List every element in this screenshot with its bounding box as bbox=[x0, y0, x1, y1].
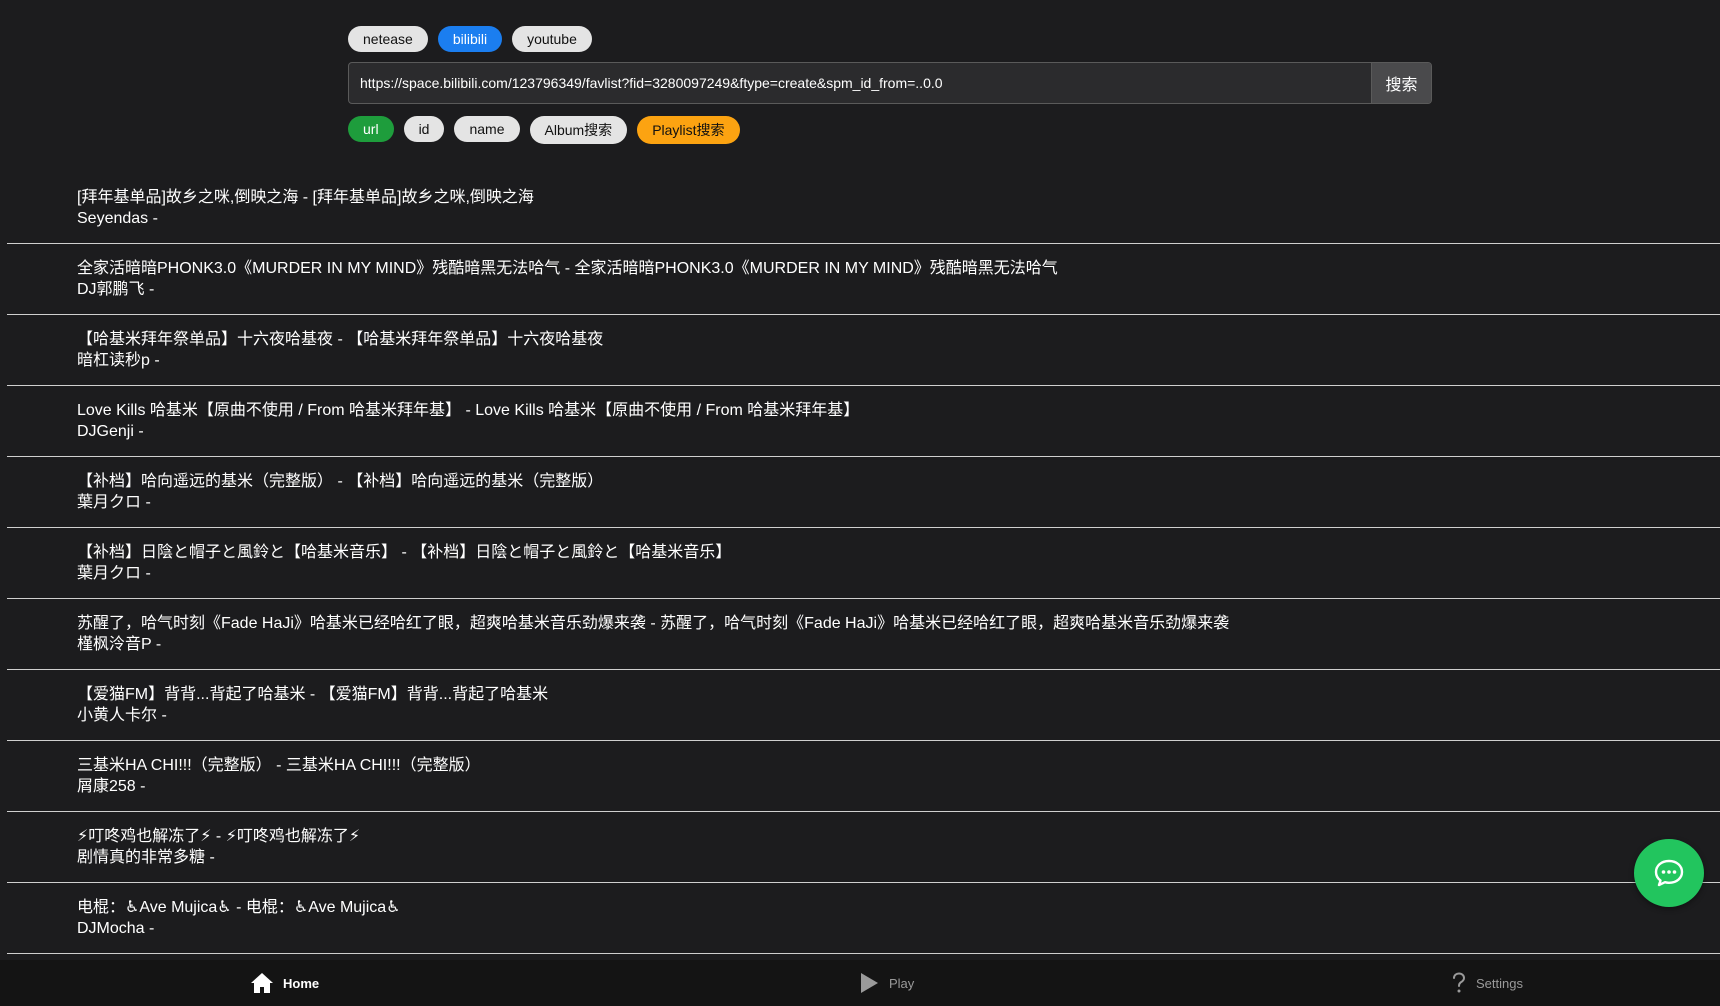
mode-name-button[interactable]: name bbox=[454, 116, 520, 142]
song-artist: DJMocha - bbox=[77, 920, 155, 937]
song-title: ⚡叮咚鸡也解冻了⚡ - ⚡叮咚鸡也解冻了⚡ bbox=[77, 828, 361, 845]
song-title: 【补档】日陰と帽子と風鈴と【哈基米音乐】 - 【补档】日陰と帽子と風鈴と【哈基米… bbox=[77, 544, 732, 561]
chat-icon bbox=[1654, 859, 1684, 887]
mode-url-button[interactable]: url bbox=[348, 116, 394, 142]
song-title: 【哈基米拜年祭单品】十六夜哈基夜 - 【哈基米拜年祭单品】十六夜哈基夜 bbox=[77, 331, 604, 348]
song-row[interactable]: 全家活暗暗PHONK3.0《MURDER IN MY MIND》残酷暗黑无法哈气… bbox=[7, 244, 1720, 315]
chat-fab-button[interactable] bbox=[1634, 839, 1704, 907]
song-artist: 葉月クロ - bbox=[77, 565, 151, 582]
search-mode-selector: url id name Album搜索 Playlist搜索 bbox=[348, 114, 740, 144]
source-bilibili-button[interactable]: bilibili bbox=[437, 26, 503, 52]
source-youtube-button[interactable]: youtube bbox=[512, 26, 592, 52]
song-title: 全家活暗暗PHONK3.0《MURDER IN MY MIND》残酷暗黑无法哈气… bbox=[77, 260, 1058, 277]
search-button[interactable]: 搜索 bbox=[1371, 63, 1431, 103]
song-artist: DJ郭鹏飞 - bbox=[77, 281, 155, 298]
source-netease-button[interactable]: netease bbox=[348, 26, 428, 52]
song-title: 【补档】哈向遥远的基米（完整版） - 【补档】哈向遥远的基米（完整版） bbox=[77, 473, 604, 490]
search-input[interactable] bbox=[349, 63, 1371, 103]
song-list: [拜年基单品]故乡之咪,倒映之海 - [拜年基单品]故乡之咪,倒映之海 Seye… bbox=[7, 173, 1720, 954]
song-artist: 暗杠读秒p - bbox=[77, 352, 160, 369]
song-artist: 小黄人卡尔 - bbox=[77, 707, 167, 724]
mode-id-button[interactable]: id bbox=[403, 116, 445, 142]
nav-home-label: Home bbox=[283, 975, 320, 991]
song-row[interactable]: Love Kills 哈基米【原曲不使用 / From 哈基米拜年基】 - Lo… bbox=[7, 386, 1720, 457]
song-row[interactable]: 【补档】哈向遥远的基米（完整版） - 【补档】哈向遥远的基米（完整版） 葉月クロ… bbox=[7, 457, 1720, 528]
play-icon bbox=[861, 973, 878, 993]
playlist-search-button[interactable]: Playlist搜索 bbox=[637, 116, 740, 144]
song-title: 【爱猫FM】背背...背起了哈基米 - 【爱猫FM】背背...背起了哈基米 bbox=[77, 686, 549, 703]
home-icon bbox=[251, 973, 273, 993]
song-row[interactable]: ⚡叮咚鸡也解冻了⚡ - ⚡叮咚鸡也解冻了⚡ 剧情真的非常多糖 - bbox=[7, 812, 1720, 883]
song-artist: Seyendas - bbox=[77, 210, 158, 227]
song-row[interactable]: [拜年基单品]故乡之咪,倒映之海 - [拜年基单品]故乡之咪,倒映之海 Seye… bbox=[7, 173, 1720, 244]
song-title: 苏醒了，哈气时刻《Fade HaJi》哈基米已经哈红了眼，超爽哈基米音乐劲爆来袭… bbox=[77, 615, 1230, 632]
bottom-nav: Home Play Settings bbox=[0, 960, 1720, 1006]
source-selector: netease bilibili youtube bbox=[348, 26, 592, 52]
song-artist: 葉月クロ - bbox=[77, 494, 151, 511]
nav-settings-label: Settings bbox=[1476, 975, 1523, 991]
song-row[interactable]: 【哈基米拜年祭单品】十六夜哈基夜 - 【哈基米拜年祭单品】十六夜哈基夜 暗杠读秒… bbox=[7, 315, 1720, 386]
app-root: netease bilibili youtube 搜索 url id name … bbox=[0, 0, 1720, 1006]
nav-settings[interactable]: Settings bbox=[1451, 960, 1523, 1006]
song-artist: DJGenji - bbox=[77, 423, 144, 440]
song-row[interactable]: 【爱猫FM】背背...背起了哈基米 - 【爱猫FM】背背...背起了哈基米 小黄… bbox=[7, 670, 1720, 741]
nav-home[interactable]: Home bbox=[250, 960, 319, 1006]
song-artist: 槿枫泠音P - bbox=[77, 636, 162, 653]
album-search-button[interactable]: Album搜索 bbox=[529, 116, 628, 144]
help-icon bbox=[1453, 972, 1466, 993]
song-row[interactable]: 电棍：♿Ave Mujica♿ - 电棍：♿Ave Mujica♿ DJMoch… bbox=[7, 883, 1720, 954]
song-title: [拜年基单品]故乡之咪,倒映之海 - [拜年基单品]故乡之咪,倒映之海 bbox=[77, 189, 534, 206]
song-row[interactable]: 三基米HA CHI!!!（完整版） - 三基米HA CHI!!!（完整版） 屑康… bbox=[7, 741, 1720, 812]
song-title: 电棍：♿Ave Mujica♿ - 电棍：♿Ave Mujica♿ bbox=[77, 899, 401, 916]
nav-play-label: Play bbox=[889, 975, 915, 991]
song-title: 三基米HA CHI!!!（完整版） - 三基米HA CHI!!!（完整版） bbox=[77, 757, 481, 774]
song-row[interactable]: 【补档】日陰と帽子と風鈴と【哈基米音乐】 - 【补档】日陰と帽子と風鈴と【哈基米… bbox=[7, 528, 1720, 599]
song-artist: 屑康258 - bbox=[77, 778, 146, 795]
song-title: Love Kills 哈基米【原曲不使用 / From 哈基米拜年基】 - Lo… bbox=[77, 402, 860, 419]
song-row[interactable]: 苏醒了，哈气时刻《Fade HaJi》哈基米已经哈红了眼，超爽哈基米音乐劲爆来袭… bbox=[7, 599, 1720, 670]
search-bar: 搜索 bbox=[348, 62, 1432, 104]
nav-play[interactable]: Play bbox=[858, 960, 914, 1006]
song-artist: 剧情真的非常多糖 - bbox=[77, 849, 215, 866]
